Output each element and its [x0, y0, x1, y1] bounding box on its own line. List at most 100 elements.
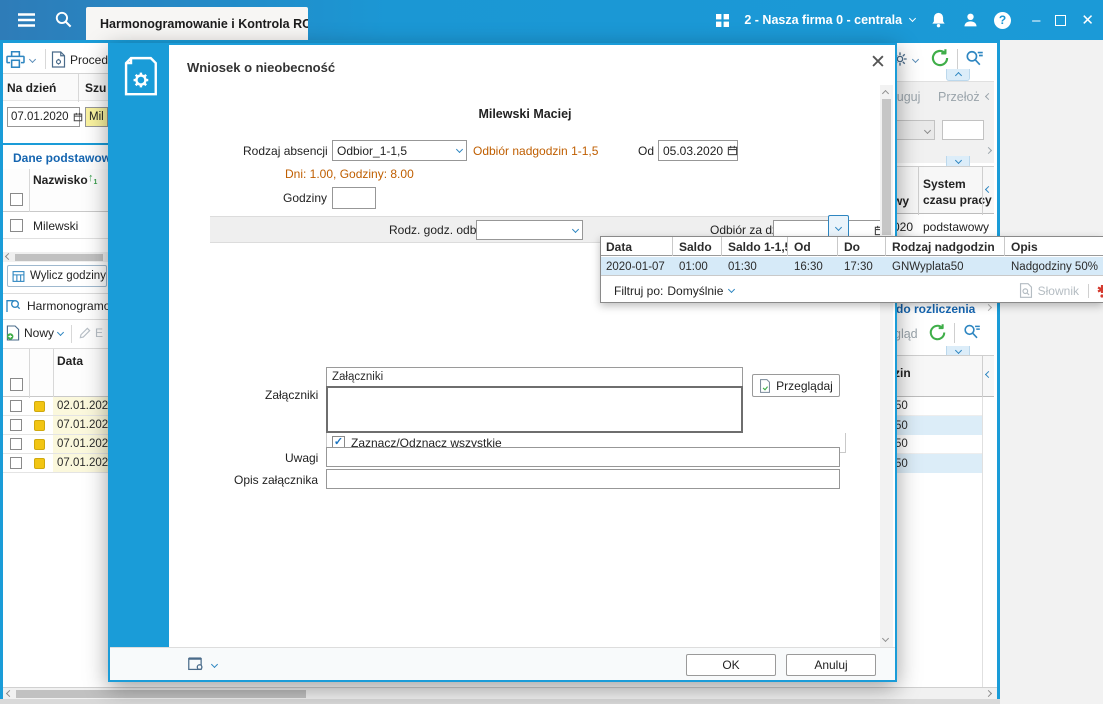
szukaj-input[interactable]: Mil	[85, 107, 108, 127]
uwagi-input[interactable]	[326, 447, 840, 467]
scroll-down-icon[interactable]	[881, 634, 890, 643]
company-selector[interactable]: 2 - Nasza firma 0 - centrala	[744, 13, 917, 27]
form-settings-button[interactable]	[188, 656, 219, 672]
row-checkbox[interactable]	[10, 438, 22, 450]
user-profile-icon[interactable]	[962, 11, 979, 29]
nowy-button[interactable]: Nowy	[6, 325, 65, 341]
printer-icon	[6, 51, 25, 68]
ok-label: OK	[722, 658, 740, 672]
select-all-people-checkbox[interactable]	[10, 193, 23, 206]
chevron-right-icon[interactable]	[984, 146, 993, 155]
przelozony-input[interactable]	[942, 120, 984, 140]
search-filter-icon[interactable]	[962, 322, 981, 341]
rodzaj-absencji-select[interactable]: Odbior_1-1,5	[332, 140, 467, 161]
row-checkbox[interactable]	[10, 457, 22, 469]
od-date-input[interactable]: 05.03.2020	[658, 140, 738, 161]
przegladaj-button[interactable]: Przeglądaj	[752, 374, 840, 397]
row-checkbox[interactable]	[10, 419, 22, 431]
chevron-left-icon[interactable]	[984, 92, 993, 101]
zalaczniki-label: Załączniki	[265, 388, 319, 402]
rodz-godz-odb-select[interactable]	[476, 220, 583, 240]
edytuj-button[interactable]: E	[78, 326, 103, 340]
godziny-input[interactable]	[332, 187, 376, 209]
window-hscrollbar[interactable]	[3, 687, 997, 699]
window-minimize-button[interactable]: –	[1032, 13, 1040, 28]
table-row[interactable]: 07.01.2020	[3, 416, 115, 435]
popup-col-data[interactable]: Data	[601, 237, 673, 256]
opis-zalacznika-label: Opis załącznika	[234, 473, 319, 487]
popup-col-do[interactable]: Do	[839, 237, 886, 256]
popup-col-rodzaj[interactable]: Rodzaj nadgodzin	[887, 237, 1005, 256]
apps-grid-icon[interactable]	[716, 13, 730, 27]
popup-col-saldo[interactable]: Saldo	[674, 237, 722, 256]
slownik-button[interactable]: Słownik	[1019, 283, 1079, 298]
harmonogram-section[interactable]: Harmonogramo	[5, 298, 108, 314]
sort-ascending-icon[interactable]: ↑1	[88, 172, 97, 186]
scroll-up-icon[interactable]	[881, 89, 890, 98]
refresh-button[interactable]	[930, 48, 950, 68]
module-tab[interactable]: Harmonogramowanie i Kontrola RC	[86, 7, 308, 40]
help-icon[interactable]: ?	[994, 11, 1012, 29]
scroll-left-icon[interactable]	[4, 252, 13, 261]
scroll-left-icon[interactable]	[5, 689, 14, 698]
window-close-button[interactable]: ✕	[1081, 13, 1094, 28]
select-all-rows-checkbox[interactable]	[10, 378, 23, 391]
tab-do-rozliczenia[interactable]: do rozliczenia	[896, 302, 975, 316]
opis-zalacznika-input[interactable]	[326, 469, 840, 489]
row-checkbox[interactable]	[10, 219, 23, 232]
people-hscrollbar[interactable]	[3, 252, 108, 262]
print-button[interactable]	[6, 51, 37, 68]
search-icon[interactable]	[54, 10, 73, 29]
row-checkbox[interactable]	[10, 400, 22, 412]
popup-data-row[interactable]: 2020-01-07 01:00 01:30 16:30 17:30 GNWyp…	[601, 257, 1103, 276]
ok-button[interactable]: OK	[686, 654, 776, 676]
filter-value[interactable]: Domyślnie	[667, 284, 723, 298]
data-column-header[interactable]: Data	[57, 354, 83, 368]
scroll-right-icon[interactable]	[984, 689, 993, 698]
table-row[interactable]: 50	[890, 397, 982, 416]
table-row[interactable]: 07.01.2020	[3, 435, 115, 454]
hscroll-thumb[interactable]	[16, 689, 306, 698]
collapse-up-button[interactable]	[946, 69, 970, 81]
date-value: 02.01.2020	[57, 400, 115, 412]
nazwisko-header[interactable]: Nazwisko	[33, 173, 88, 187]
table-row[interactable]: 50	[890, 454, 982, 473]
hscroll-thumb[interactable]	[15, 253, 103, 261]
wylicz-godziny-button[interactable]: Wylicz godziny	[7, 265, 107, 287]
refresh-icon[interactable]	[928, 323, 947, 342]
popup-col-saldo15[interactable]: Saldo 1-1,5	[723, 237, 788, 256]
procedure-button[interactable]: Procedu	[51, 51, 115, 68]
vscroll-thumb[interactable]	[882, 99, 891, 235]
popup-cell-do: 17:30	[844, 260, 873, 273]
data-table-header: Data	[3, 348, 108, 398]
tab-dane-podstawowe[interactable]: Dane podstawowe	[13, 151, 118, 165]
table-row[interactable]: 50	[890, 416, 982, 435]
people-table-row[interactable]: Milewski	[3, 213, 108, 239]
table-row[interactable]: 07.01.2020	[3, 454, 115, 473]
popup-cell-saldo: 01:00	[679, 260, 708, 273]
topbar: Harmonogramowanie i Kontrola RC 2 - Nasz…	[0, 0, 1103, 40]
filter-header-row: Na dzień Szu	[3, 73, 108, 102]
popup-footer: Filtruj po: Domyślnie Słownik	[601, 277, 1103, 302]
table-row[interactable]: 02.01.2020	[3, 397, 115, 416]
chevron-up-icon	[954, 71, 962, 80]
table-row[interactable]: 50	[890, 435, 982, 454]
na-dzien-date-input[interactable]: 07.01.2020	[7, 107, 82, 127]
rodzaj-absencji-label: Rodzaj absencji	[243, 144, 328, 158]
window-maximize-button[interactable]	[1055, 14, 1067, 26]
obsluguj-select[interactable]	[893, 120, 935, 140]
zalaczniki-list-box[interactable]	[326, 386, 743, 433]
popup-col-od[interactable]: Od	[789, 237, 838, 256]
advanced-search-button[interactable]	[964, 48, 984, 68]
anuluj-button[interactable]: Anuluj	[786, 654, 876, 676]
notifications-bell-icon[interactable]	[930, 11, 947, 29]
chevron-left-icon[interactable]	[984, 370, 993, 379]
popup-col-opis[interactable]: Opis	[1006, 237, 1103, 256]
modal-close-icon[interactable]: ✕	[870, 53, 886, 72]
modal-vscrollbar[interactable]	[880, 85, 893, 647]
na-dzien-header: Na dzień	[7, 81, 57, 95]
hamburger-menu-icon[interactable]	[18, 13, 35, 27]
chevron-left-icon[interactable]	[984, 185, 993, 194]
window-gear-icon	[188, 656, 205, 672]
chevron-down-icon	[571, 225, 580, 233]
